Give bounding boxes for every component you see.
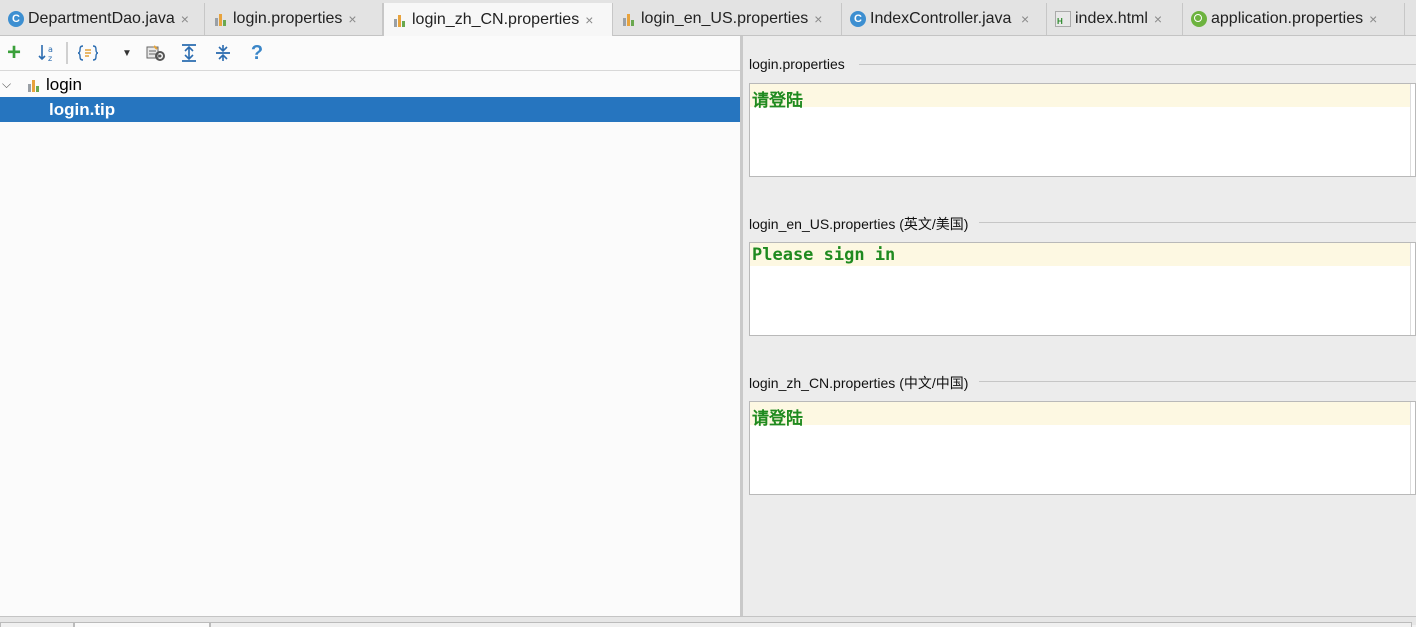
sort-alphabetically-icon[interactable]: az [36, 42, 58, 64]
close-icon[interactable]: × [585, 12, 593, 28]
tree-node-login[interactable]: ⌵ login [0, 72, 740, 97]
group-by-prefix-icon[interactable] [76, 42, 100, 64]
tab-label: login_en_US.properties [641, 10, 809, 27]
svg-text:a: a [48, 45, 53, 54]
editor-right-margin [1410, 84, 1415, 176]
section-label-login-properties: login.properties [749, 56, 845, 72]
chevron-down-icon[interactable]: ⌵ [2, 77, 14, 92]
bottom-tab-strip [0, 616, 1416, 627]
editor-right-margin [1410, 402, 1415, 494]
properties-file-icon [26, 77, 42, 93]
tree-item-login-tip[interactable]: login.tip [0, 97, 740, 122]
current-line-highlight [750, 84, 1410, 107]
tab-login-properties[interactable]: login.properties × [205, 3, 383, 35]
value-editor-login-zh-cn[interactable]: 请登陆 [749, 401, 1416, 495]
editor-tab-bar: C DepartmentDao.java × login.properties … [0, 0, 1416, 36]
tab-label: login.properties [233, 10, 343, 27]
toolbar-separator [66, 42, 68, 64]
tab-label: DepartmentDao.java [28, 10, 175, 27]
properties-file-icon [392, 12, 408, 28]
close-icon[interactable]: × [181, 11, 189, 27]
section-divider [979, 381, 1416, 382]
tab-label: index.html [1075, 10, 1148, 27]
tab-label: IndexController.java [870, 10, 1012, 27]
tree-item-label: login.tip [49, 99, 116, 119]
properties-file-icon [621, 11, 637, 27]
tab-label: login_zh_CN.properties [412, 10, 580, 28]
close-icon[interactable]: × [1154, 11, 1162, 27]
tab-index-html[interactable]: H index.html × [1047, 3, 1183, 35]
current-line-highlight [750, 402, 1410, 425]
spring-properties-icon [1191, 11, 1207, 27]
tab-label: application.properties [1211, 10, 1364, 27]
editor-right-margin [1410, 243, 1415, 335]
html-file-icon: H [1055, 11, 1071, 27]
java-class-icon: C [850, 11, 866, 27]
add-property-icon[interactable]: + [4, 39, 24, 66]
collapse-all-icon[interactable] [212, 42, 234, 64]
expand-all-icon[interactable] [178, 42, 200, 64]
section-label-login-zh-cn: login_zh_CN.properties (中文/中国) [749, 375, 969, 391]
property-values-panel: login.properties 请登陆 login_en_US.propert… [743, 36, 1416, 616]
tab-indexcontroller-java[interactable]: C IndexController.java × [842, 3, 1047, 35]
tree-toolbar: + az ▼ ? [0, 36, 740, 71]
section-divider [859, 64, 1416, 65]
property-value[interactable]: 请登陆 [752, 404, 803, 429]
tab-departmentdao-java[interactable]: C DepartmentDao.java × [0, 3, 205, 35]
tab-login-zh-cn-properties[interactable]: login_zh_CN.properties × [383, 3, 613, 36]
help-icon[interactable]: ? [246, 42, 268, 64]
java-class-icon: C [8, 11, 24, 27]
property-value[interactable]: 请登陆 [752, 86, 803, 111]
value-editor-login-en-us[interactable]: Please sign in [749, 242, 1416, 336]
section-label-login-en-us: login_en_US.properties (英文/美国) [749, 216, 969, 232]
section-divider [979, 222, 1416, 223]
svg-text:z: z [48, 54, 52, 63]
resource-bundle-tree-panel: + az ▼ ? ⌵ login login.tip [0, 36, 740, 616]
tab-login-en-us-properties[interactable]: login_en_US.properties × [613, 3, 842, 35]
close-icon[interactable]: × [1369, 11, 1377, 27]
close-icon[interactable]: × [1021, 11, 1029, 27]
value-editor-login-properties[interactable]: 请登陆 [749, 83, 1416, 177]
property-value[interactable]: Please sign in [752, 245, 895, 265]
properties-file-icon [213, 11, 229, 27]
tab-application-properties[interactable]: application.properties × [1183, 3, 1405, 35]
close-icon[interactable]: × [814, 11, 822, 27]
chevron-down-icon[interactable]: ▼ [120, 42, 134, 64]
settings-gear-icon[interactable] [144, 42, 168, 64]
tree-node-label: login [46, 74, 82, 94]
close-icon[interactable]: × [348, 11, 356, 27]
